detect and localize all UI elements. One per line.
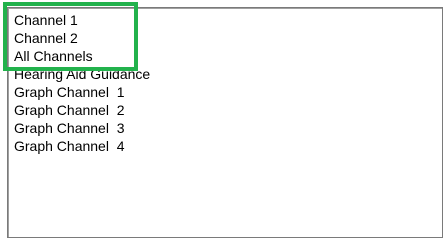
list-item-hearing-aid-guidance[interactable]: Hearing Aid Guidance <box>14 65 150 83</box>
list-item-graph-channel-1[interactable]: Graph Channel 1 <box>14 83 150 101</box>
list-item-graph-channel-4[interactable]: Graph Channel 4 <box>14 137 150 155</box>
list-item-all-channels[interactable]: All Channels <box>14 47 150 65</box>
list-item-channel-1[interactable]: Channel 1 <box>14 11 150 29</box>
list-item-graph-channel-2[interactable]: Graph Channel 2 <box>14 101 150 119</box>
channel-listbox[interactable]: Channel 1 Channel 2 All Channels Hearing… <box>7 7 443 238</box>
list-item-graph-channel-3[interactable]: Graph Channel 3 <box>14 119 150 137</box>
list-item-channel-2[interactable]: Channel 2 <box>14 29 150 47</box>
channel-list: Channel 1 Channel 2 All Channels Hearing… <box>14 11 150 155</box>
